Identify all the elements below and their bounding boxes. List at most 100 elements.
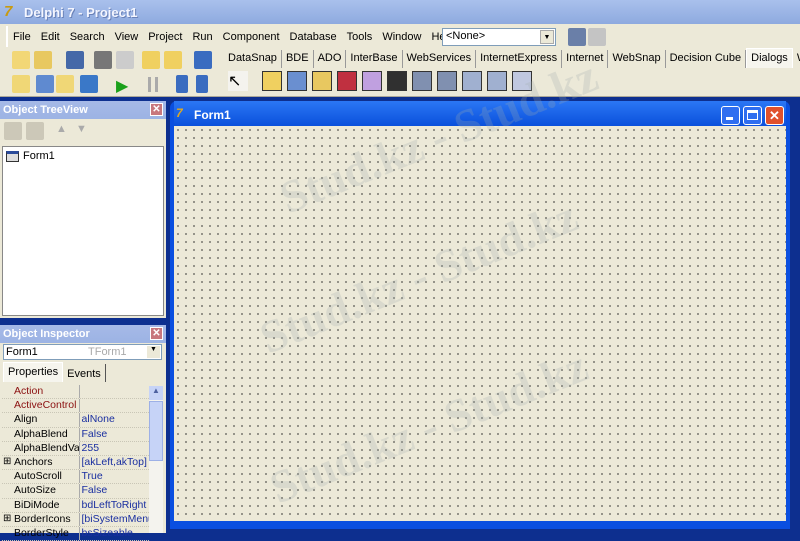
menu-tools[interactable]: Tools	[342, 31, 378, 43]
menu-database[interactable]: Database	[285, 31, 342, 43]
toggle-form-unit-icon[interactable]	[56, 75, 74, 93]
chevron-down-icon[interactable]: ▼	[147, 346, 160, 358]
step-over-icon[interactable]	[196, 75, 208, 93]
property-value[interactable]: [akLeft,akTop]	[80, 456, 149, 469]
property-name: AutoSize	[2, 484, 80, 498]
property-row[interactable]: AutoScroll True	[2, 470, 149, 485]
property-value[interactable]: True	[80, 470, 149, 483]
arrow-down-icon[interactable]: ▼	[76, 123, 87, 135]
find-dialog-icon[interactable]	[462, 71, 482, 91]
print-dialog-icon[interactable]	[412, 71, 432, 91]
palette-tab-webservices[interactable]: WebServices	[403, 50, 477, 68]
menu-file[interactable]: File	[8, 31, 36, 43]
palette-tab-interbase[interactable]: InterBase	[346, 50, 403, 68]
palette-tab-internetexpress[interactable]: InternetExpress	[476, 50, 563, 68]
add-to-project-icon[interactable]	[142, 51, 160, 69]
open-project-icon[interactable]	[116, 51, 134, 69]
expand-icon[interactable]: ⊞	[3, 456, 11, 467]
tab-events[interactable]: Events	[63, 364, 106, 382]
expand-icon[interactable]: ⊞	[3, 513, 11, 524]
run-icon[interactable]: ▶	[116, 76, 128, 96]
save-all-icon[interactable]	[94, 51, 112, 69]
palette-tab-win-3-1[interactable]: Win 3.1	[793, 50, 800, 68]
palette-tab-ado[interactable]: ADO	[314, 50, 347, 68]
scrollbar-thumb[interactable]	[149, 401, 163, 461]
property-value[interactable]: False	[80, 484, 149, 497]
ide-toolbar-area: File Edit Search View Project Run Component Dat…	[0, 24, 800, 97]
pointer-icon[interactable]: ↖	[228, 71, 248, 91]
menu-project[interactable]: Project	[143, 31, 187, 43]
palette-tab-dialogs[interactable]: Dialogs	[746, 48, 793, 68]
property-value[interactable]: alNone	[80, 413, 149, 426]
save-desktop-icon[interactable]	[568, 28, 586, 46]
close-icon[interactable]: ✕	[150, 103, 163, 116]
menu-edit[interactable]: Edit	[36, 31, 65, 43]
property-row[interactable]: ⊞ Anchors [akLeft,akTop]	[2, 455, 149, 471]
form-designer-window[interactable]: 7 Form1 ✕	[170, 101, 790, 529]
palette-tab-decision-cube[interactable]: Decision Cube	[666, 50, 747, 68]
new-item-icon[interactable]	[4, 122, 22, 140]
delete-item-icon[interactable]	[26, 122, 44, 140]
open-picture-dialog-icon[interactable]	[312, 71, 332, 91]
printer-setup-dialog-icon[interactable]	[437, 71, 457, 91]
view-unit-icon[interactable]	[12, 75, 30, 93]
form-client-area[interactable]	[174, 126, 786, 521]
property-row[interactable]: Align alNone	[2, 413, 149, 428]
property-value[interactable]: [biSystemMenu,	[80, 513, 149, 526]
open-icon[interactable]	[34, 51, 52, 69]
menu-view[interactable]: View	[110, 31, 144, 43]
new-form-icon[interactable]	[80, 75, 98, 93]
close-button[interactable]: ✕	[765, 106, 784, 125]
help-icon[interactable]	[194, 51, 212, 69]
save-dialog-icon[interactable]	[287, 71, 307, 91]
palette-tab-websnap[interactable]: WebSnap	[608, 50, 666, 68]
open-dialog-icon[interactable]	[262, 71, 282, 91]
property-row[interactable]: AlphaBlend False	[2, 427, 149, 442]
menu-search[interactable]: Search	[65, 31, 110, 43]
new-icon[interactable]	[12, 51, 30, 69]
property-row[interactable]: ⊞BorderIcons[biSystemMenu,	[2, 512, 149, 527]
close-icon[interactable]: ✕	[150, 327, 163, 340]
property-value[interactable]	[80, 385, 149, 398]
replace-dialog-icon[interactable]	[487, 71, 507, 91]
property-row[interactable]: ActiveControl	[2, 399, 149, 414]
arrow-up-icon[interactable]: ▲	[56, 123, 67, 135]
pause-icon[interactable]	[148, 77, 158, 92]
tree-item[interactable]: Form1	[3, 147, 163, 165]
set-debug-desktop-icon[interactable]	[588, 28, 606, 46]
property-row[interactable]: Action	[2, 385, 149, 400]
save-picture-dialog-icon[interactable]	[337, 71, 357, 91]
palette-tab-datasnap[interactable]: DataSnap	[224, 50, 282, 68]
maximize-button[interactable]	[743, 106, 762, 125]
property-value[interactable]: bdLeftToRight	[80, 499, 149, 512]
property-row[interactable]: AlphaBlendValue255	[2, 441, 149, 456]
chevron-down-icon[interactable]: ▼	[540, 30, 554, 44]
object-selector[interactable]: Form1 TForm1 ▼	[3, 344, 162, 360]
inspector-tabs: Properties Events	[3, 362, 106, 382]
minimize-button[interactable]	[721, 106, 740, 125]
trace-into-icon[interactable]	[176, 75, 188, 93]
property-value[interactable]	[80, 399, 149, 412]
property-scrollbar[interactable]: ▲	[149, 386, 163, 533]
menu-run[interactable]: Run	[187, 31, 217, 43]
desktop-layout-select[interactable]: <None> ▼	[442, 28, 556, 46]
save-icon[interactable]	[66, 51, 84, 69]
page-setup-dialog-icon[interactable]	[512, 71, 532, 91]
property-row[interactable]: BiDiMode bdLeftToRight	[2, 498, 149, 513]
property-row[interactable]: AutoSize False	[2, 484, 149, 499]
font-dialog-icon[interactable]	[362, 71, 382, 91]
menu-window[interactable]: Window	[377, 31, 426, 43]
scroll-up-icon[interactable]: ▲	[149, 386, 163, 400]
palette-tab-internet[interactable]: Internet	[562, 50, 609, 68]
view-form-icon[interactable]	[36, 75, 54, 93]
property-row[interactable]: BorderStyle bsSizeable	[2, 526, 149, 541]
tab-properties[interactable]: Properties	[3, 362, 64, 382]
color-dialog-icon[interactable]	[387, 71, 407, 91]
palette-tab-bde[interactable]: BDE	[282, 50, 314, 68]
menu-component[interactable]: Component	[218, 31, 285, 43]
remove-from-project-icon[interactable]	[164, 51, 182, 69]
property-value[interactable]: False	[80, 428, 149, 441]
delphi-logo-icon: 7	[4, 3, 13, 20]
property-value[interactable]: 255	[80, 442, 149, 455]
property-value[interactable]: bsSizeable	[80, 527, 149, 540]
